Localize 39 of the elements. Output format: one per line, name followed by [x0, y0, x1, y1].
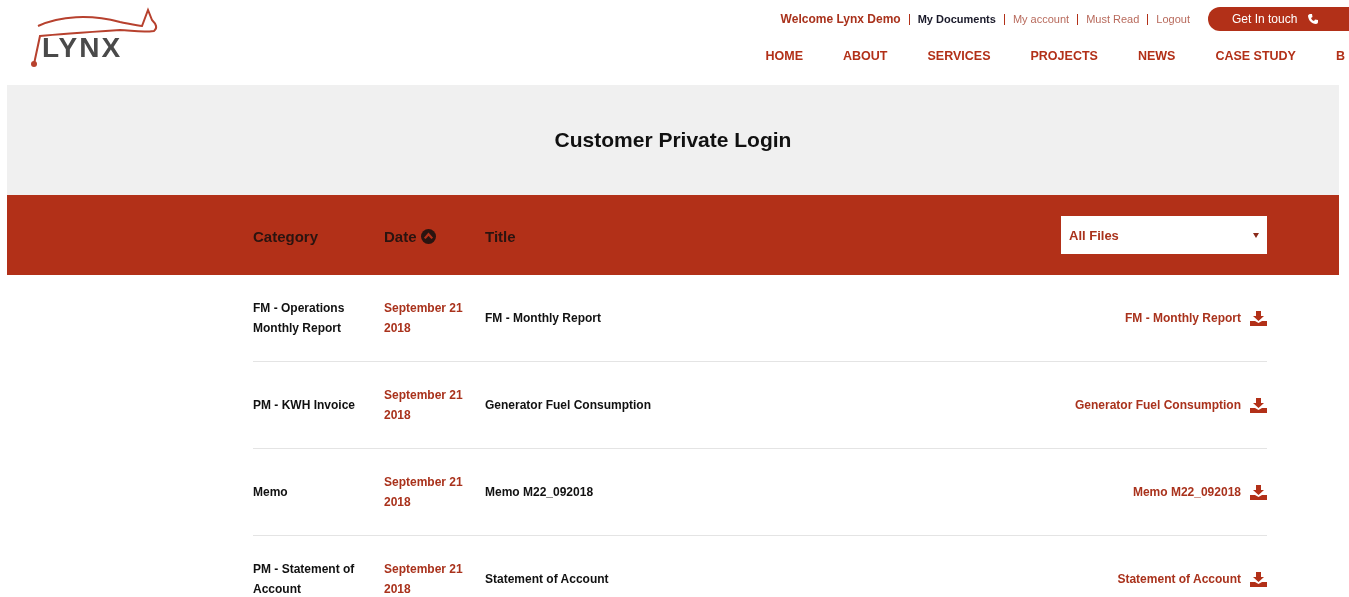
title-cell-text: FM - Monthly Report: [485, 310, 602, 327]
category-cell-text: PM - Statement of Account: [253, 561, 356, 597]
category-cell-text: FM - Operations Monthly Report: [253, 300, 346, 337]
logo-text[interactable]: LYNX: [42, 32, 123, 64]
dropdown-caret-icon: [1253, 232, 1259, 238]
category-cell-text: Memo: [253, 484, 289, 501]
get-in-touch-button[interactable]: Get In touch: [1208, 7, 1349, 31]
download-link[interactable]: Memo M22_092018: [1132, 484, 1267, 500]
date-cell-text: September 21 2018: [384, 387, 464, 424]
account-link[interactable]: Logout: [1156, 13, 1190, 25]
download-link[interactable]: FM - Monthly Report: [1125, 310, 1267, 326]
account-link[interactable]: Must Read: [1086, 13, 1140, 25]
download-link[interactable]: Statement of Account: [1117, 571, 1267, 587]
download-icon: [1250, 310, 1267, 326]
category-cell-text: PM - KWH Invoice: [253, 397, 356, 414]
title-cell-text: Memo M22_092018: [485, 484, 595, 501]
date-cell-text: September 21 2018: [384, 300, 464, 337]
welcome-text: Welcome Lynx Demo: [780, 12, 901, 26]
account-link[interactable]: My Documents: [917, 13, 996, 25]
download-icon: [1250, 484, 1267, 500]
file-filter-dropdown[interactable]: All Files: [1061, 216, 1267, 254]
nav-link[interactable]: HOME: [765, 49, 804, 63]
phone-icon: [1307, 13, 1320, 25]
nav-link[interactable]: B: [1335, 49, 1345, 63]
download-icon: [1250, 571, 1267, 587]
download-icon: [1250, 397, 1267, 413]
nav-link[interactable]: SERVICES: [927, 49, 991, 63]
nav-link[interactable]: NEWS: [1137, 49, 1176, 63]
nav-link[interactable]: PROJECTS: [1030, 49, 1098, 63]
download-link[interactable]: Generator Fuel Consumption: [1075, 397, 1267, 413]
date-cell-text: September 21 2018: [384, 474, 464, 511]
title-cell-text: Statement of Account: [485, 571, 610, 588]
page-title: Customer Private Login: [554, 128, 792, 152]
account-link[interactable]: My account: [1012, 13, 1070, 25]
date-cell-text: September 21 2018: [384, 561, 464, 597]
cat-line-icon: [30, 6, 160, 70]
title-cell-text: Generator Fuel Consumption: [485, 397, 652, 414]
nav-link[interactable]: ABOUT: [843, 49, 888, 63]
nav-link[interactable]: CASE STUDY: [1215, 49, 1296, 63]
